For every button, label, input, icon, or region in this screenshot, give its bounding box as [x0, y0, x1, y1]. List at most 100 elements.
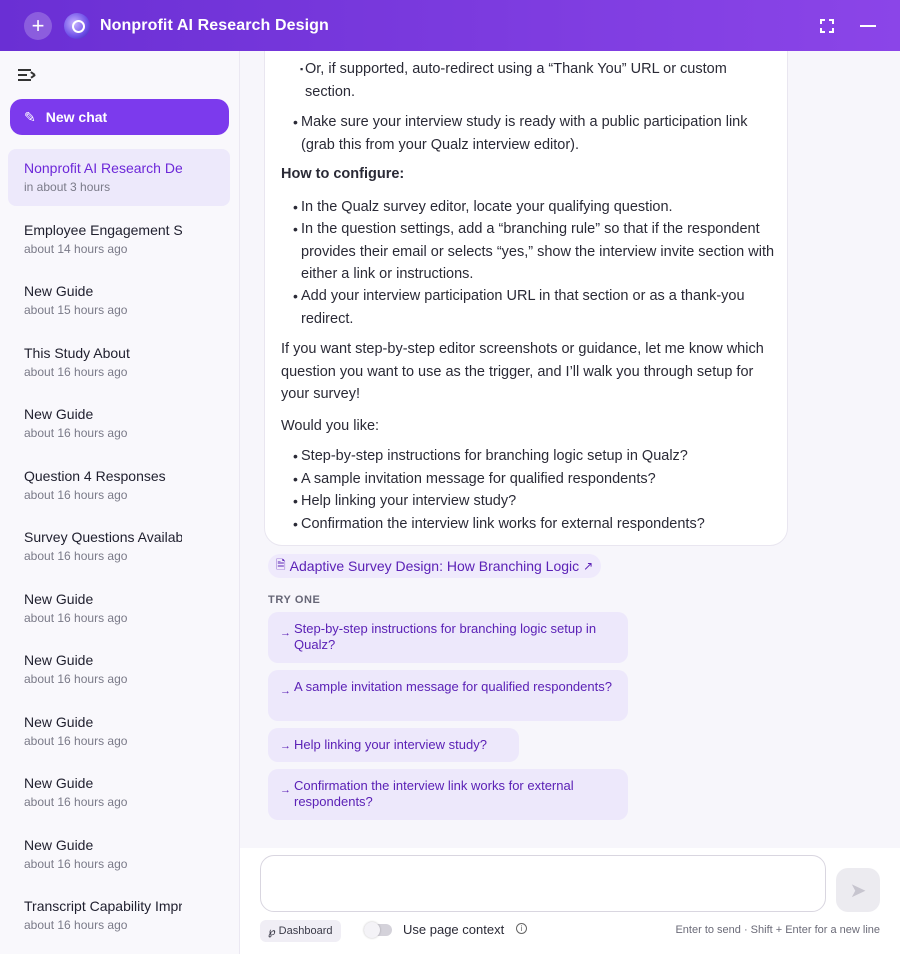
chat-history-title: Nonprofit AI Research Design [24, 160, 182, 176]
chat-history-time: about 14 hours ago [24, 241, 128, 256]
chat-history-title: New Guide [24, 652, 94, 668]
list-item: • Make sure your interview study is ready… [293, 114, 748, 153]
new-chat-button[interactable]: ✎ New chat [10, 99, 229, 135]
chat-history-list: Nonprofit AI Research Design in about 3 h… [8, 149, 230, 949]
chat-history-item[interactable]: New Guide about 16 hours ago [8, 580, 230, 637]
chat-history-time: about 16 hours ago [24, 549, 128, 563]
chat-history-time: in about 3 hours [24, 180, 111, 194]
new-chat-label: New chat [45, 109, 108, 125]
chat-history-item[interactable]: Question 4 Responses about 16 hours ago [8, 457, 230, 514]
list-item: • In the Qualz survey editor, locate your… [293, 199, 673, 215]
list-item: • In the question settings, add a “branch… [293, 221, 775, 282]
list-item: • A sample invitation message for qualifi… [293, 471, 656, 487]
list-item: • Help linking your interview study? [293, 493, 517, 509]
try-one-label: TRY ONE [268, 594, 321, 606]
chat-history-title: Transcript Capability Improvement [24, 898, 182, 914]
composer: ➤ ℘ Dashboard Use page context i Enter t… [240, 848, 900, 954]
app-header: + Nonprofit AI Research Design [0, 0, 900, 51]
chat-history-item[interactable]: New Guide about 16 hours ago [8, 395, 230, 452]
chat-history-title: Survey Questions Available [24, 529, 182, 545]
sidebar: ✎ New chat Nonprofit AI Research Design i… [0, 51, 240, 954]
expand-icon[interactable] [820, 18, 834, 33]
source-link[interactable]: 🗎 Adaptive Survey Design: How Branching … [268, 554, 602, 578]
source-link-label: Adaptive Survey Design: How Branching Lo… [289, 558, 580, 574]
list-item: • Confirmation the interview link works f… [293, 516, 705, 532]
document-icon: 🗎 [276, 557, 286, 572]
chat-history-time: about 16 hours ago [24, 672, 128, 686]
plus-icon[interactable]: + [24, 11, 52, 40]
chat-history-item[interactable]: Employee Engagement Survey about 14 hours… [8, 211, 230, 268]
chat-history-title: This Study About [24, 344, 130, 361]
chat-history-time: about 16 hours ago [24, 795, 128, 809]
list-item: • Step-by-step instructions for branching… [293, 448, 688, 464]
chat-history-time: about 15 hours ago [24, 303, 128, 317]
list-item-text: Add your interview participation URL in … [301, 288, 745, 327]
suggestion-label: Step-by-step instructions for branching … [294, 621, 597, 652]
info-icon[interactable]: i [516, 923, 527, 934]
dashboard-label: Dashboard [278, 925, 333, 937]
chat-main: ▪ Or, if supported, auto-redirect using … [240, 51, 900, 848]
send-hint: Enter to send · Shift + Enter for a new … [675, 924, 880, 936]
chat-history-title: New Guide [24, 406, 94, 422]
chat-history-time: about 16 hours ago [24, 918, 128, 932]
chat-history-item[interactable]: Nonprofit AI Research Design in about 3 h… [8, 149, 230, 206]
suggestion-button[interactable]: → Step-by-step instructions for branchin… [268, 612, 628, 663]
list-item-text: In the Qualz survey editor, locate your … [301, 199, 673, 215]
arrow-icon: → [280, 627, 291, 639]
dashboard-icon: ℘ [268, 925, 276, 938]
arrow-icon: → [280, 740, 291, 752]
send-icon: ➤ [849, 879, 867, 902]
chat-history-title: Employee Engagement Survey [24, 221, 182, 238]
arrow-icon: → [280, 685, 291, 697]
chat-history-item[interactable]: Survey Questions Available about 16 hours… [8, 518, 230, 575]
chat-history-item[interactable]: New Guide about 16 hours ago [8, 764, 230, 821]
chat-history-item[interactable]: New Guide about 15 hours ago [8, 272, 230, 329]
list-item-text: Confirmation the interview link works fo… [301, 516, 705, 532]
sub-bullet-text: Or, if supported, auto-redirect using a … [305, 61, 727, 100]
chat-history-title: New Guide [24, 590, 94, 607]
list-item-text: Step-by-step instructions for branching … [301, 448, 688, 464]
chat-history-title: New Guide [24, 713, 94, 730]
chat-history-item[interactable]: New Guide about 16 hours ago [8, 826, 230, 883]
pencil-icon: ✎ [24, 108, 36, 125]
app-title: Nonprofit AI Research Design [100, 16, 329, 34]
sub-bullet: ▪ Or, if supported, auto-redirect using … [300, 61, 727, 100]
chat-history-title: New Guide [24, 283, 94, 299]
section-heading: How to configure: [281, 166, 405, 182]
list-item: • Add your interview participation URL in… [293, 288, 745, 327]
suggestion-button[interactable]: → Confirmation the interview link works … [268, 769, 628, 820]
suggestion-button[interactable]: → Help linking your interview study? [268, 728, 519, 762]
suggestion-label: A sample invitation message for qualifie… [294, 679, 612, 694]
chat-history-time: about 16 hours ago [24, 426, 128, 440]
chat-history-time: about 16 hours ago [24, 364, 128, 379]
page-context-label: Use page context [403, 922, 505, 937]
message-input[interactable] [260, 855, 826, 912]
assistant-message: ▪ Or, if supported, auto-redirect using … [264, 51, 788, 546]
chat-history-item[interactable]: New Guide about 16 hours ago [8, 703, 230, 760]
chat-history-time: about 16 hours ago [24, 856, 128, 871]
list-item-text: Make sure your interview study is ready … [301, 114, 748, 153]
chat-history-time: about 16 hours ago [24, 610, 128, 625]
chat-history-item[interactable]: Transcript Capability Improvement about 1… [8, 887, 230, 944]
list-item-text: Help linking your interview study? [301, 493, 517, 509]
suggestion-label: Help linking your interview study? [294, 737, 487, 752]
chat-history-time: about 16 hours ago [24, 733, 128, 748]
paragraph: Would you like: [281, 418, 380, 434]
chat-history-title: New Guide [24, 836, 94, 853]
chat-history-title: Question 4 Responses [24, 467, 166, 484]
send-button[interactable]: ➤ [836, 868, 880, 912]
list-item-text: In the question settings, add a “branchi… [301, 221, 775, 282]
chat-history-time: about 16 hours ago [24, 487, 128, 502]
page-context-toggle[interactable] [364, 922, 392, 938]
suggestion-button[interactable]: → A sample invitation message for qualif… [268, 670, 628, 721]
minimize-icon[interactable] [860, 24, 876, 27]
dashboard-chip[interactable]: ℘ Dashboard [260, 920, 341, 942]
chat-history-title: New Guide [24, 775, 94, 791]
chat-history-item[interactable]: This Study About about 16 hours ago [8, 334, 230, 391]
arrow-icon: → [280, 784, 291, 796]
paragraph: If you want step-by-step editor screensh… [281, 341, 764, 402]
external-link-icon: ↗ [583, 559, 594, 573]
list-item-text: A sample invitation message for qualifie… [301, 471, 656, 487]
sidebar-collapse-icon[interactable] [18, 69, 36, 81]
chat-history-item[interactable]: New Guide about 16 hours ago [8, 641, 230, 698]
